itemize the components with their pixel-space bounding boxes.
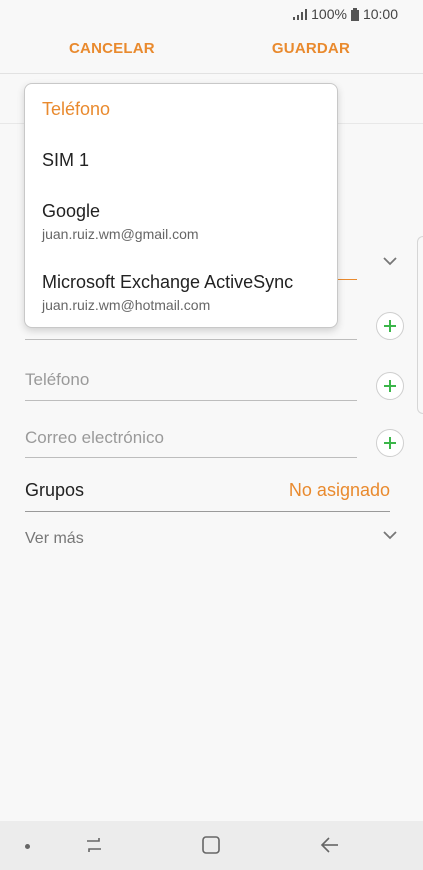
dropdown-option-sim[interactable]: SIM 1	[25, 136, 337, 186]
status-bar: 100% 10:00	[0, 0, 423, 28]
email-placeholder: Correo electrónico	[25, 428, 164, 447]
signal-icon	[293, 8, 308, 20]
nav-indicator-dot	[25, 844, 30, 849]
recents-icon[interactable]	[83, 833, 105, 857]
phone-placeholder: Teléfono	[25, 370, 90, 389]
side-panel-handle[interactable]	[417, 236, 423, 414]
groups-row[interactable]: Grupos No asignado	[25, 470, 390, 512]
see-more-link[interactable]: Ver más	[25, 530, 84, 548]
dropdown-option-exchange[interactable]: Microsoft Exchange ActiveSync juan.ruiz.…	[25, 260, 337, 322]
chevron-down-icon[interactable]	[381, 255, 399, 267]
battery-icon	[350, 7, 359, 21]
plus-icon	[384, 437, 396, 449]
navigation-bar	[0, 821, 423, 870]
option-account: juan.ruiz.wm@hotmail.com	[42, 297, 211, 313]
plus-icon	[384, 380, 396, 392]
chevron-down-icon[interactable]	[381, 529, 399, 541]
action-bar: CANCELAR GUARDAR	[0, 28, 423, 74]
battery-percent: 100%	[311, 6, 347, 22]
back-icon[interactable]	[318, 833, 342, 857]
phone-field[interactable]: Teléfono	[25, 370, 357, 401]
option-account: juan.ruiz.wm@gmail.com	[42, 226, 199, 242]
clock: 10:00	[362, 6, 398, 22]
groups-label: Grupos	[25, 480, 85, 500]
home-icon[interactable]	[200, 833, 222, 857]
plus-icon	[384, 320, 396, 332]
dropdown-option-google[interactable]: Google juan.ruiz.wm@gmail.com	[25, 188, 337, 250]
option-name: Microsoft Exchange ActiveSync	[42, 272, 294, 292]
cancel-button[interactable]: CANCELAR	[69, 40, 155, 57]
add-field-button[interactable]	[376, 312, 404, 340]
option-name: SIM 1	[42, 150, 90, 170]
email-field[interactable]: Correo electrónico	[25, 428, 357, 458]
option-name: Google	[42, 201, 101, 221]
dropdown-selected-option[interactable]: Teléfono	[42, 99, 110, 120]
groups-value[interactable]: No asignado	[289, 480, 390, 501]
add-phone-button[interactable]	[376, 372, 404, 400]
storage-location-dropdown: Teléfono SIM 1 Google juan.ruiz.wm@gmail…	[24, 83, 338, 328]
add-email-button[interactable]	[376, 429, 404, 457]
save-button[interactable]: GUARDAR	[272, 40, 350, 57]
